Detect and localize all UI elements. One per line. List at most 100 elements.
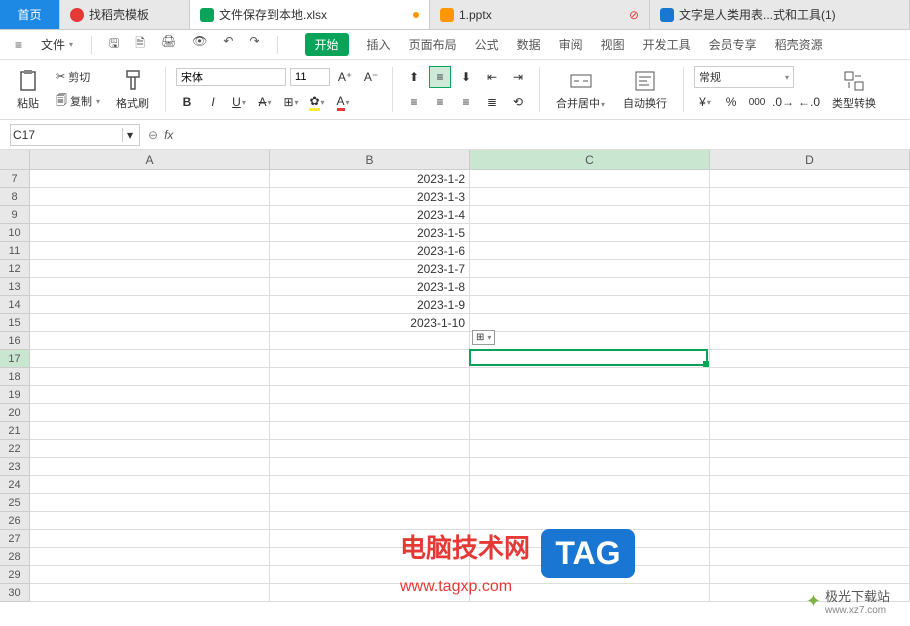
cell-B22[interactable]: [270, 440, 470, 458]
copy-button[interactable]: 🗐 复制▾: [52, 90, 104, 113]
cell-B20[interactable]: [270, 404, 470, 422]
cell-C10[interactable]: [470, 224, 710, 242]
font-size-select[interactable]: [290, 68, 330, 86]
save-as-icon[interactable]: 🗎: [130, 31, 150, 58]
cell-D16[interactable]: [710, 332, 910, 350]
cell-C12[interactable]: [470, 260, 710, 278]
cell-D29[interactable]: [710, 566, 910, 584]
ribbon-tab-insert[interactable]: 插入: [367, 33, 391, 56]
indent-increase-button[interactable]: ⇥: [507, 66, 529, 88]
cell-A20[interactable]: [30, 404, 270, 422]
row-header-22[interactable]: 22: [0, 440, 30, 458]
row-header-30[interactable]: 30: [0, 584, 30, 602]
cell-C25[interactable]: [470, 494, 710, 512]
name-box[interactable]: C17 ▾: [10, 124, 140, 146]
cell-A25[interactable]: [30, 494, 270, 512]
tab-pptx[interactable]: 1.pptx ⊘: [430, 0, 650, 29]
type-convert-button[interactable]: 类型转换: [826, 67, 882, 113]
row-header-20[interactable]: 20: [0, 404, 30, 422]
cell-D7[interactable]: [710, 170, 910, 188]
row-header-11[interactable]: 11: [0, 242, 30, 260]
paste-options-button[interactable]: ⊞▾: [472, 330, 495, 345]
cell-A30[interactable]: [30, 584, 270, 602]
align-right-button[interactable]: ≡: [455, 91, 477, 113]
cell-B27[interactable]: [270, 530, 470, 548]
cell-A22[interactable]: [30, 440, 270, 458]
print-icon[interactable]: 🖨: [156, 31, 181, 58]
cancel-icon[interactable]: ⊖: [148, 128, 158, 142]
cell-C15[interactable]: [470, 314, 710, 332]
row-header-9[interactable]: 9: [0, 206, 30, 224]
align-center-button[interactable]: ≡: [429, 91, 451, 113]
cell-B23[interactable]: [270, 458, 470, 476]
cell-B14[interactable]: 2023-1-9: [270, 296, 470, 314]
column-header-C[interactable]: C: [470, 150, 710, 170]
save-icon[interactable]: 🖫: [104, 31, 124, 58]
menu-hamburger[interactable]: ≡: [10, 35, 27, 55]
cell-D9[interactable]: [710, 206, 910, 224]
cell-B28[interactable]: [270, 548, 470, 566]
cell-C8[interactable]: [470, 188, 710, 206]
paste-button[interactable]: 粘贴: [10, 67, 46, 113]
cell-A7[interactable]: [30, 170, 270, 188]
cell-A21[interactable]: [30, 422, 270, 440]
cell-D22[interactable]: [710, 440, 910, 458]
cell-B17[interactable]: [270, 350, 470, 368]
cell-B8[interactable]: 2023-1-3: [270, 188, 470, 206]
merge-center-button[interactable]: 合并居中▾: [550, 67, 611, 113]
cell-A16[interactable]: [30, 332, 270, 350]
font-color-button[interactable]: A▾: [332, 91, 354, 113]
cell-A17[interactable]: [30, 350, 270, 368]
cell-D17[interactable]: [710, 350, 910, 368]
redo-icon[interactable]: ↷: [244, 31, 264, 58]
cell-C20[interactable]: [470, 404, 710, 422]
fx-label[interactable]: fx: [164, 128, 173, 142]
cell-B25[interactable]: [270, 494, 470, 512]
cell-C21[interactable]: [470, 422, 710, 440]
cell-D11[interactable]: [710, 242, 910, 260]
cell-A11[interactable]: [30, 242, 270, 260]
cell-D23[interactable]: [710, 458, 910, 476]
cell-B10[interactable]: 2023-1-5: [270, 224, 470, 242]
cell-C7[interactable]: [470, 170, 710, 188]
cell-B26[interactable]: [270, 512, 470, 530]
cell-B21[interactable]: [270, 422, 470, 440]
row-header-21[interactable]: 21: [0, 422, 30, 440]
cell-D19[interactable]: [710, 386, 910, 404]
ribbon-tab-start[interactable]: 开始: [305, 33, 349, 56]
cell-C27[interactable]: [470, 530, 710, 548]
row-header-13[interactable]: 13: [0, 278, 30, 296]
underline-button[interactable]: U▾: [228, 91, 250, 113]
cell-D18[interactable]: [710, 368, 910, 386]
ribbon-tab-daoke[interactable]: 稻壳资源: [775, 33, 823, 56]
border-button[interactable]: ⊞▾: [280, 91, 302, 113]
cell-C9[interactable]: [470, 206, 710, 224]
row-header-18[interactable]: 18: [0, 368, 30, 386]
cell-D15[interactable]: [710, 314, 910, 332]
row-header-24[interactable]: 24: [0, 476, 30, 494]
cell-A23[interactable]: [30, 458, 270, 476]
cell-C23[interactable]: [470, 458, 710, 476]
row-header-7[interactable]: 7: [0, 170, 30, 188]
number-format-select[interactable]: 常规▾: [694, 66, 794, 88]
cell-B19[interactable]: [270, 386, 470, 404]
cell-C18[interactable]: [470, 368, 710, 386]
cell-C22[interactable]: [470, 440, 710, 458]
cell-A15[interactable]: [30, 314, 270, 332]
cell-B30[interactable]: [270, 584, 470, 602]
chevron-down-icon[interactable]: ▾: [122, 128, 137, 142]
percent-button[interactable]: %: [720, 91, 742, 113]
cell-B7[interactable]: 2023-1-2: [270, 170, 470, 188]
ribbon-tab-formula[interactable]: 公式: [475, 33, 499, 56]
cell-D24[interactable]: [710, 476, 910, 494]
cell-D12[interactable]: [710, 260, 910, 278]
indent-decrease-button[interactable]: ⇤: [481, 66, 503, 88]
row-header-17[interactable]: 17: [0, 350, 30, 368]
increase-decimal-button[interactable]: .0→: [772, 91, 794, 113]
cell-C24[interactable]: [470, 476, 710, 494]
ribbon-tab-data[interactable]: 数据: [517, 33, 541, 56]
cell-A19[interactable]: [30, 386, 270, 404]
auto-wrap-button[interactable]: 自动换行: [617, 67, 673, 113]
increase-font-button[interactable]: A⁺: [334, 66, 356, 88]
tab-doc[interactable]: 文字是人类用表...式和工具(1): [650, 0, 910, 29]
